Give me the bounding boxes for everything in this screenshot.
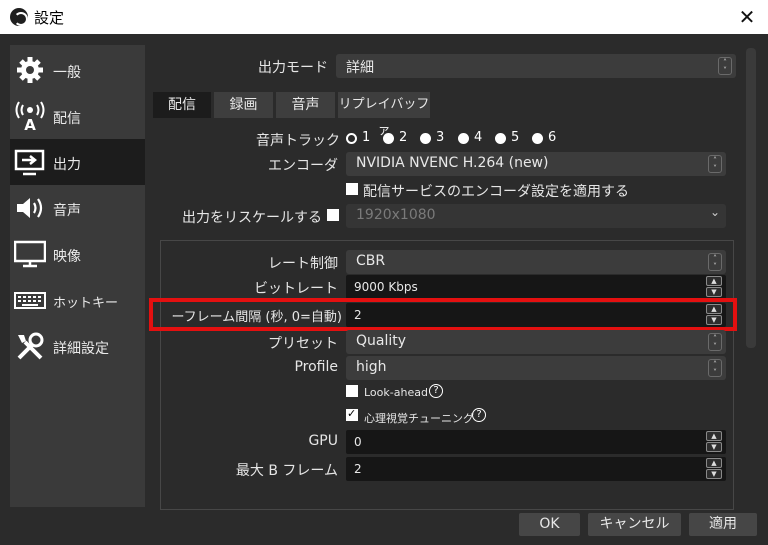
sidebar-item-label: 映像 xyxy=(53,249,81,265)
audio-track-radio-1[interactable] xyxy=(346,133,357,144)
sidebar-item-label: 一般 xyxy=(53,65,81,81)
output-mode-select[interactable]: 詳細 ˄ ˅ xyxy=(336,54,736,78)
cancel-button[interactable]: キャンセル xyxy=(588,513,681,536)
window-title: 設定 xyxy=(34,9,65,27)
updown-arrow-icon: ˄ ˅ xyxy=(708,359,722,377)
sidebar-item-label: 出力 xyxy=(53,157,81,173)
spin-down-icon[interactable]: ▼ xyxy=(706,287,722,297)
rescale-label: 出力をリスケールする xyxy=(182,210,322,226)
tab-audio[interactable]: 音声 xyxy=(276,92,335,118)
close-icon[interactable]: ✕ xyxy=(734,4,760,30)
obs-logo-icon xyxy=(10,8,28,26)
encoder-label: エンコーダ xyxy=(268,158,338,174)
profile-select[interactable]: high ˄ ˅ xyxy=(346,356,726,380)
preset-label: プリセット xyxy=(268,336,338,352)
updown-arrow-icon: ˄ ˅ xyxy=(708,333,722,351)
tab-replay-buffer[interactable]: リプレイバッファ xyxy=(338,92,430,138)
audio-track-radio-3[interactable] xyxy=(420,133,431,144)
gear-icon xyxy=(17,57,43,83)
chevron-down-icon: ⌄ xyxy=(709,205,721,219)
sidebar-item-stream[interactable]: A 配信 xyxy=(10,93,145,139)
audio-track-label: 音声トラック xyxy=(256,133,340,149)
sidebar-item-label: 音声 xyxy=(53,203,81,219)
spin-up-icon[interactable]: ▲ xyxy=(706,431,722,441)
help-icon[interactable]: ? xyxy=(472,408,486,422)
psycho-visual-label: 心理視覚チューニング xyxy=(364,412,474,425)
preset-select[interactable]: Quality ˄ ˅ xyxy=(346,330,726,354)
tools-icon xyxy=(17,332,44,360)
bitrate-spinbox[interactable]: 9000 Kbps ▲ ▼ xyxy=(346,275,726,299)
audio-track-radio-4[interactable] xyxy=(458,133,469,144)
rate-control-select[interactable]: CBR ˄ ˅ xyxy=(346,250,726,274)
max-bframes-label: 最大 B フレーム xyxy=(235,463,338,479)
audio-track-radio-6[interactable] xyxy=(532,133,543,144)
rescale-resolution-select[interactable]: 1920x1080 ⌄ xyxy=(346,204,726,228)
sidebar-item-general[interactable]: 一般 xyxy=(10,47,145,93)
keyboard-icon xyxy=(14,292,46,309)
sidebar-item-label: 配信 xyxy=(53,111,81,127)
audio-track-radio-5[interactable] xyxy=(495,133,506,144)
apply-service-settings-checkbox[interactable] xyxy=(346,183,358,195)
spin-down-icon[interactable]: ▼ xyxy=(706,442,722,452)
sidebar-item-output[interactable]: 出力 xyxy=(10,139,145,185)
spin-up-icon[interactable]: ▲ xyxy=(706,458,722,468)
updown-arrow-icon: ˄ ˅ xyxy=(708,155,722,173)
speaker-icon xyxy=(17,198,43,218)
profile-label: Profile xyxy=(294,359,338,375)
gpu-spinbox[interactable]: 0 ▲ ▼ xyxy=(346,430,726,454)
max-bframes-spinbox[interactable]: 2 ▲ ▼ xyxy=(346,457,726,481)
rate-control-label: レート制御 xyxy=(268,256,338,272)
sidebar-item-video[interactable]: 映像 xyxy=(10,231,145,277)
broadcast-icon: A xyxy=(15,101,45,131)
updown-arrow-icon: ˄ ˅ xyxy=(708,253,722,271)
spin-down-icon[interactable]: ▼ xyxy=(706,469,722,479)
tab-stream[interactable]: 配信 xyxy=(153,92,211,118)
sidebar-item-label: ホットキー xyxy=(53,296,119,311)
bitrate-label: ビットレート xyxy=(254,281,338,297)
ok-button[interactable]: OK xyxy=(519,513,580,536)
tab-recording[interactable]: 録画 xyxy=(214,92,273,118)
keyframe-highlight-box xyxy=(149,298,737,331)
spin-up-icon[interactable]: ▲ xyxy=(706,276,722,286)
settings-sidebar: 一般 A 配信 出力 音声 映像 ホットキー 詳細設定 xyxy=(10,45,145,507)
lookahead-checkbox[interactable] xyxy=(346,385,358,397)
output-mode-label: 出力モード xyxy=(258,60,328,76)
rescale-checkbox[interactable] xyxy=(327,209,339,221)
settings-scrollbar[interactable] xyxy=(746,48,756,348)
sidebar-item-hotkeys[interactable]: ホットキー xyxy=(10,277,145,323)
gpu-label: GPU xyxy=(308,433,338,449)
sidebar-item-audio[interactable]: 音声 xyxy=(10,185,145,231)
lookahead-label: Look-ahead xyxy=(364,386,428,399)
apply-button[interactable]: 適用 xyxy=(689,513,757,536)
help-icon[interactable]: ? xyxy=(429,384,443,398)
psycho-visual-checkbox[interactable] xyxy=(346,407,358,421)
encoder-select[interactable]: NVIDIA NVENC H.264 (new) ˄ ˅ xyxy=(346,152,726,176)
sidebar-item-label: 詳細設定 xyxy=(53,341,109,357)
apply-service-settings-label: 配信サービスのエンコーダ設定を適用する xyxy=(363,184,629,200)
sidebar-item-advanced[interactable]: 詳細設定 xyxy=(10,323,145,369)
output-icon xyxy=(14,149,45,176)
monitor-icon xyxy=(14,240,46,268)
audio-track-radio-2[interactable] xyxy=(383,133,394,144)
svg-text:A: A xyxy=(24,116,36,131)
title-bar: 設定 ✕ xyxy=(0,0,768,34)
updown-arrow-icon: ˄ ˅ xyxy=(718,57,732,75)
